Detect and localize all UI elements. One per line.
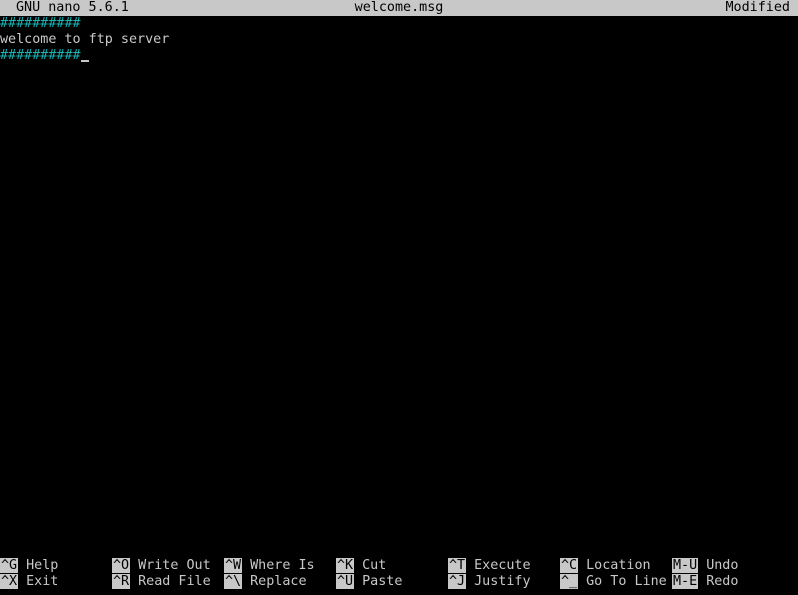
modified-status: Modified [725, 0, 791, 15]
shortcut-write-out[interactable]: ^O Write Out [112, 558, 211, 574]
shortcut-label: Cut [362, 558, 387, 573]
editor-line-text[interactable]: ########## [0, 48, 81, 63]
file-name: welcome.msg [354, 0, 444, 15]
shortcut-undo[interactable]: M-U Undo [672, 558, 738, 574]
shortcut-key: ^G [0, 558, 19, 573]
shortcut-key: ^K [336, 558, 355, 573]
shortcut-location[interactable]: ^C Location [560, 558, 651, 574]
shortcut-paste[interactable]: ^U Paste [336, 574, 402, 590]
shortcut-label: Exit [26, 574, 59, 589]
title-bar: GNU nano 5.6.1 welcome.msg Modified [0, 0, 798, 16]
shortcut-key: ^C [560, 558, 579, 573]
editor-line[interactable]: ########## [0, 48, 798, 64]
editor-area[interactable]: ########## welcome to ftp server #######… [0, 16, 798, 64]
shortcut-help[interactable]: ^G Help [0, 558, 58, 574]
shortcut-execute[interactable]: ^T Execute [448, 558, 531, 574]
shortcut-key: ^W [224, 558, 243, 573]
shortcut-label: Paste [362, 574, 403, 589]
shortcut-key: ^T [448, 558, 467, 573]
shortcut-key: M-U [672, 558, 699, 573]
shortcut-label: Replace [250, 574, 307, 589]
text-cursor [80, 48, 89, 64]
shortcut-key: ^X [0, 574, 19, 589]
shortcut-key: ^_ [560, 574, 579, 589]
shortcut-go-to-line[interactable]: ^_ Go To Line [560, 574, 667, 590]
shortcut-row: ^G Help ^O Write Out ^W Where Is ^K Cut ^T Ex… [0, 558, 798, 574]
shortcut-label: Location [586, 558, 651, 573]
shortcut-label: Execute [474, 558, 531, 573]
editor-line[interactable]: ########## [0, 16, 798, 32]
shortcut-label: Justify [474, 574, 531, 589]
shortcut-replace[interactable]: ^\ Replace [224, 574, 307, 590]
shortcut-key: ^\ [224, 574, 243, 589]
editor-line[interactable]: welcome to ftp server [0, 32, 798, 48]
shortcut-row: ^X Exit ^R Read File ^\ Replace ^U Paste ^J J… [0, 574, 798, 590]
shortcut-read-file[interactable]: ^R Read File [112, 574, 211, 590]
shortcut-label: Redo [706, 574, 739, 589]
shortcut-redo[interactable]: M-E Redo [672, 574, 738, 590]
shortcut-label: Where Is [250, 558, 315, 573]
shortcut-bar: ^G Help ^O Write Out ^W Where Is ^K Cut ^T Ex… [0, 558, 798, 590]
shortcut-cut[interactable]: ^K Cut [336, 558, 386, 574]
shortcut-where-is[interactable]: ^W Where Is [224, 558, 315, 574]
shortcut-justify[interactable]: ^J Justify [448, 574, 531, 590]
shortcut-label: Undo [706, 558, 739, 573]
shortcut-key: ^R [112, 574, 131, 589]
shortcut-label: Write Out [138, 558, 211, 573]
shortcut-key: ^O [112, 558, 131, 573]
shortcut-label: Go To Line [586, 574, 667, 589]
shortcut-exit[interactable]: ^X Exit [0, 574, 58, 590]
shortcut-label: Help [26, 558, 59, 573]
shortcut-key: ^J [448, 574, 467, 589]
shortcut-label: Read File [138, 574, 211, 589]
shortcut-key: M-E [672, 574, 699, 589]
shortcut-key: ^U [336, 574, 355, 589]
